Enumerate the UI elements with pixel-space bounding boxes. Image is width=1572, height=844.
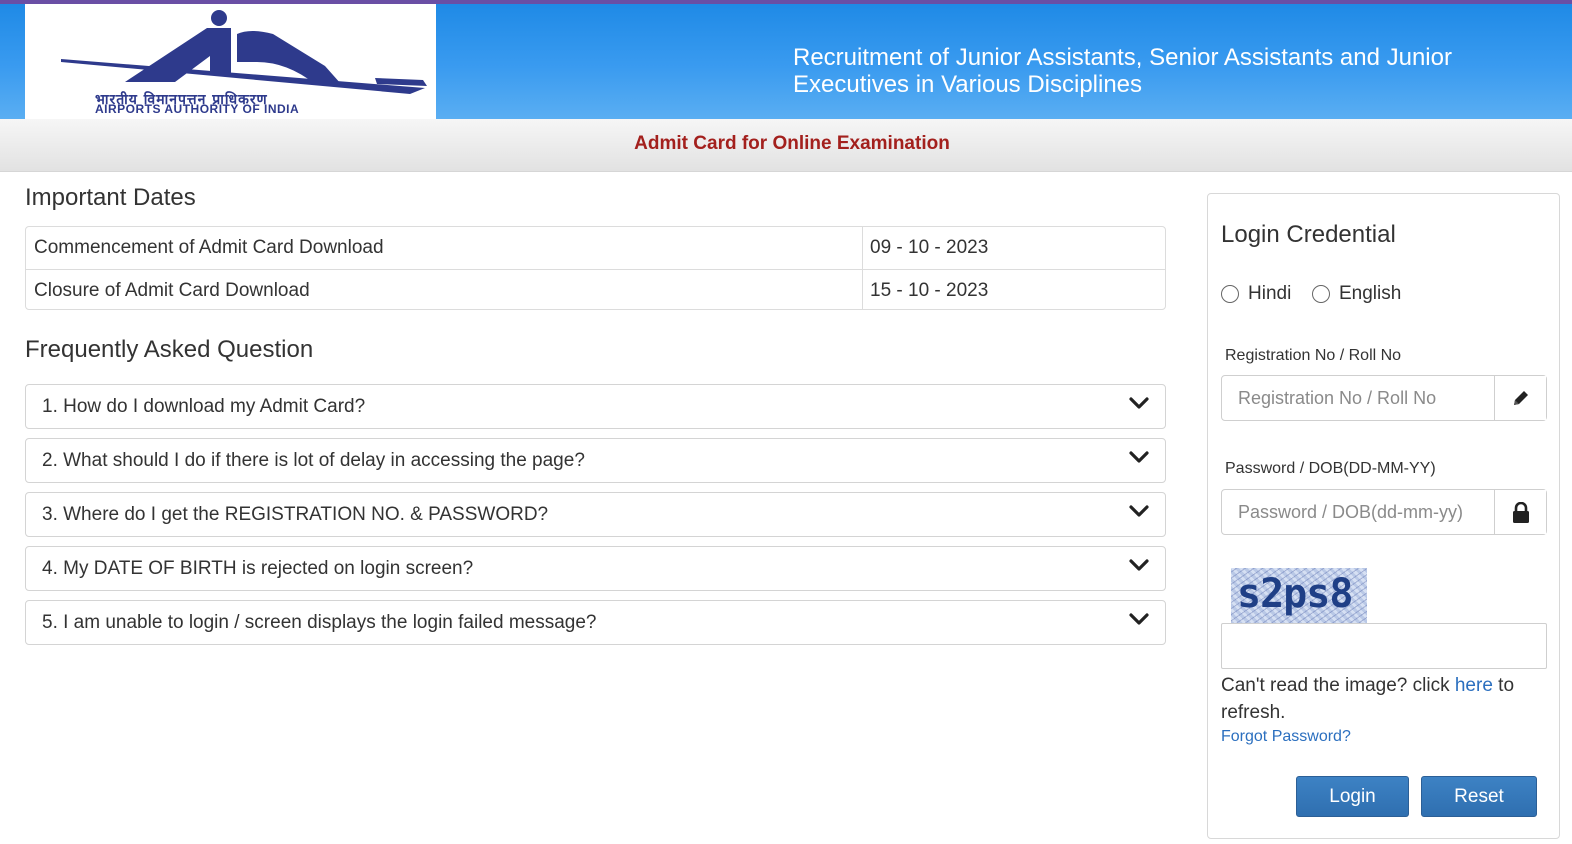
pencil-icon (1514, 391, 1528, 405)
chevron-down-icon[interactable] (1129, 557, 1149, 573)
faq-heading: Frequently Asked Question (25, 336, 314, 363)
login-button[interactable]: Login (1296, 776, 1409, 817)
table-row: Commencement of Admit Card Download 09 -… (26, 227, 1165, 269)
password-input[interactable] (1222, 490, 1494, 534)
faq-question: 4. My DATE OF BIRTH is rejected on login… (42, 558, 474, 579)
captcha-image: s2ps8 (1231, 568, 1367, 624)
date-label: Closure of Admit Card Download (34, 280, 310, 301)
reset-button[interactable]: Reset (1421, 776, 1537, 817)
captcha-input[interactable] (1221, 623, 1547, 669)
faq-item-5[interactable]: 5. I am unable to login / screen display… (25, 600, 1166, 645)
chevron-down-icon[interactable] (1129, 611, 1149, 627)
radio-english[interactable] (1312, 285, 1330, 303)
captcha-note-prefix: Can't read the image? click (1221, 675, 1455, 696)
faq-question: 1. How do I download my Admit Card? (42, 396, 366, 417)
lock-icon (1513, 502, 1529, 523)
registration-addon (1494, 376, 1546, 420)
faq-question: 5. I am unable to login / screen display… (42, 612, 597, 633)
captcha-refresh-link[interactable]: here (1455, 675, 1493, 696)
faq-item-4[interactable]: 4. My DATE OF BIRTH is rejected on login… (25, 546, 1166, 591)
faq-question: 2. What should I do if there is lot of d… (42, 450, 585, 471)
table-row: Closure of Admit Card Download 15 - 10 -… (26, 269, 1165, 309)
captcha-text: s2ps8 (1237, 571, 1353, 617)
login-panel: Login Credential Hindi English Registrat… (1207, 193, 1560, 839)
subheader-title: Admit Card for Online Examination (634, 133, 950, 154)
radio-hindi-label[interactable]: Hindi (1248, 283, 1291, 305)
chevron-down-icon[interactable] (1129, 503, 1149, 519)
registration-input[interactable] (1222, 376, 1494, 420)
password-addon (1494, 490, 1546, 534)
subheader-bar: Admit Card for Online Examination (0, 119, 1572, 172)
radio-hindi[interactable] (1221, 285, 1239, 303)
date-value: 09 - 10 - 2023 (862, 227, 1165, 269)
important-dates-table: Commencement of Admit Card Download 09 -… (25, 226, 1166, 310)
page-title: Recruitment of Junior Assistants, Senior… (793, 44, 1452, 98)
registration-label: Registration No / Roll No (1225, 347, 1402, 364)
aai-logo[interactable]: भारतीय विमानपत्तन प्राधिकरण AIRPORTS AUT… (25, 4, 436, 119)
chevron-down-icon[interactable] (1129, 449, 1149, 465)
faq-question: 3. Where do I get the REGISTRATION NO. &… (42, 504, 549, 525)
important-dates-heading: Important Dates (25, 184, 196, 211)
date-value: 15 - 10 - 2023 (862, 270, 1165, 309)
captcha-refresh-note: Can't read the image? click here to refr… (1221, 672, 1551, 726)
password-label: Password / DOB(DD-MM-YY) (1225, 460, 1436, 477)
faq-item-3[interactable]: 3. Where do I get the REGISTRATION NO. &… (25, 492, 1166, 537)
faq-item-1[interactable]: 1. How do I download my Admit Card? (25, 384, 1166, 429)
faq-item-2[interactable]: 2. What should I do if there is lot of d… (25, 438, 1166, 483)
login-title: Login Credential (1221, 221, 1396, 248)
site-header: भारतीय विमानपत्तन प्राधिकरण AIRPORTS AUT… (0, 4, 1572, 119)
password-input-group (1221, 489, 1547, 535)
forgot-password-link[interactable]: Forgot Password? (1221, 728, 1351, 746)
registration-input-group (1221, 375, 1547, 421)
logo-english-text: AIRPORTS AUTHORITY OF INDIA (95, 102, 300, 116)
date-label: Commencement of Admit Card Download (34, 237, 384, 258)
chevron-down-icon[interactable] (1129, 395, 1149, 411)
radio-english-label[interactable]: English (1339, 283, 1401, 305)
